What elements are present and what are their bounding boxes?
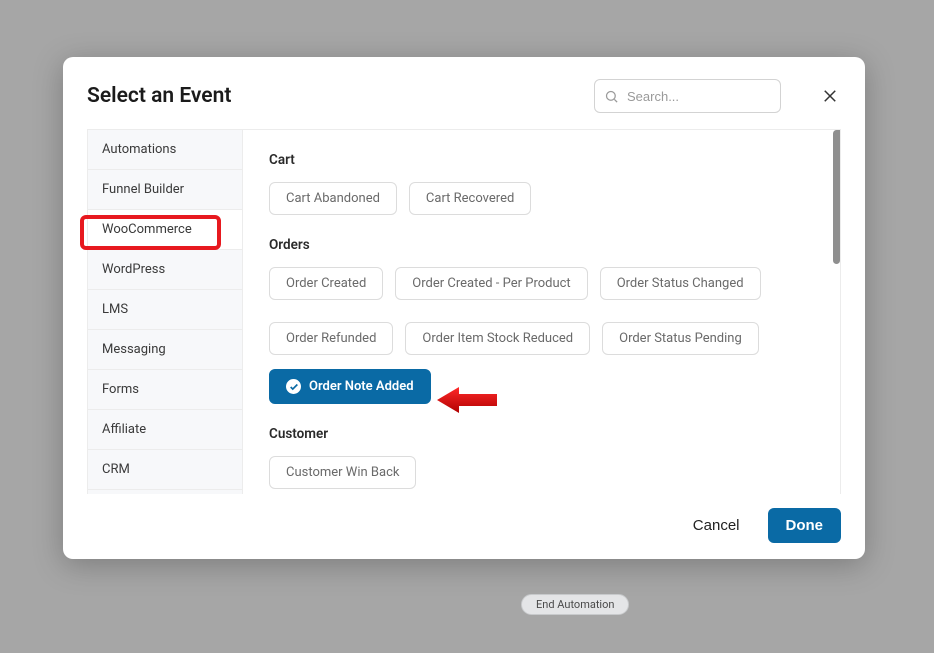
event-label: Order Status Changed <box>617 277 744 290</box>
event-label: Order Created - Per Product <box>412 277 570 290</box>
sidebar-item-label: Messaging <box>102 342 166 357</box>
event-label: Cart Recovered <box>426 192 514 205</box>
sidebar-item-label: CRM <box>102 462 130 477</box>
sidebar-item-forms[interactable]: Forms <box>88 370 242 410</box>
end-automation-label: End Automation <box>536 598 614 611</box>
event-order-refunded[interactable]: Order Refunded <box>269 322 393 355</box>
sidebar-item-label: Affiliate <box>102 422 146 437</box>
event-label: Cart Abandoned <box>286 192 380 205</box>
sidebar-item-lms[interactable]: LMS <box>88 290 242 330</box>
sidebar-item-label: Forms <box>102 382 139 397</box>
sidebar-item-label: Automations <box>102 142 176 157</box>
sidebar-item-crm[interactable]: CRM <box>88 450 242 490</box>
done-button[interactable]: Done <box>768 508 842 543</box>
sidebar-item-label: WooCommerce <box>102 222 192 237</box>
search-input-wrap[interactable] <box>594 79 781 113</box>
event-label: Order Status Pending <box>619 332 742 345</box>
sidebar-item-messaging[interactable]: Messaging <box>88 330 242 370</box>
modal-footer: Cancel Done <box>63 494 865 559</box>
modal-header: Select an Event <box>63 57 865 129</box>
sidebar-item-label: WordPress <box>102 262 165 277</box>
section-title-customer: Customer <box>269 426 814 442</box>
event-label: Order Created <box>286 277 366 290</box>
events-panel: Cart Cart Abandoned Cart Recovered Order… <box>243 130 840 494</box>
event-label: Order Note Added <box>309 380 414 393</box>
close-button[interactable] <box>819 85 841 107</box>
section-title-cart: Cart <box>269 152 814 168</box>
sidebar-item-label: Funnel Builder <box>102 182 184 197</box>
section-title-orders: Orders <box>269 237 814 253</box>
event-order-status-changed[interactable]: Order Status Changed <box>600 267 761 300</box>
cancel-label: Cancel <box>693 517 740 534</box>
check-icon <box>286 379 301 394</box>
event-order-note-added[interactable]: Order Note Added <box>269 369 431 404</box>
event-label: Order Item Stock Reduced <box>422 332 573 345</box>
event-order-created-per-product[interactable]: Order Created - Per Product <box>395 267 587 300</box>
event-label: Customer Win Back <box>286 466 399 479</box>
sidebar-item-funnel-builder[interactable]: Funnel Builder <box>88 170 242 210</box>
event-cart-recovered[interactable]: Cart Recovered <box>409 182 531 215</box>
search-input[interactable] <box>625 88 770 105</box>
pill-row-orders-2: Order Refunded Order Item Stock Reduced … <box>269 322 814 355</box>
sidebar: Automations Funnel Builder WooCommerce W… <box>88 130 243 494</box>
pill-row-cart: Cart Abandoned Cart Recovered <box>269 182 814 215</box>
event-customer-win-back[interactable]: Customer Win Back <box>269 456 416 489</box>
sidebar-item-wordpress[interactable]: WordPress <box>88 250 242 290</box>
pill-row-orders-1: Order Created Order Created - Per Produc… <box>269 267 814 300</box>
event-order-created[interactable]: Order Created <box>269 267 383 300</box>
sidebar-item-automations[interactable]: Automations <box>88 130 242 170</box>
select-event-modal: Select an Event Automations Funnel Build… <box>63 57 865 559</box>
done-label: Done <box>786 517 824 534</box>
sidebar-item-label: LMS <box>102 302 128 317</box>
events-scroll[interactable]: Cart Cart Abandoned Cart Recovered Order… <box>243 130 840 494</box>
modal-title: Select an Event <box>87 84 231 108</box>
close-icon <box>821 87 839 105</box>
pill-row-orders-3: Order Note Added <box>269 369 814 404</box>
event-order-status-pending[interactable]: Order Status Pending <box>602 322 759 355</box>
end-automation-chip[interactable]: End Automation <box>521 594 629 615</box>
cancel-button[interactable]: Cancel <box>687 516 746 535</box>
sidebar-item-affiliate[interactable]: Affiliate <box>88 410 242 450</box>
event-order-item-stock-reduced[interactable]: Order Item Stock Reduced <box>405 322 590 355</box>
sidebar-item-woocommerce[interactable]: WooCommerce <box>88 210 242 250</box>
search-icon <box>604 89 619 104</box>
pill-row-customer: Customer Win Back <box>269 456 814 489</box>
event-cart-abandoned[interactable]: Cart Abandoned <box>269 182 397 215</box>
event-label: Order Refunded <box>286 332 376 345</box>
modal-body: Automations Funnel Builder WooCommerce W… <box>87 129 841 494</box>
